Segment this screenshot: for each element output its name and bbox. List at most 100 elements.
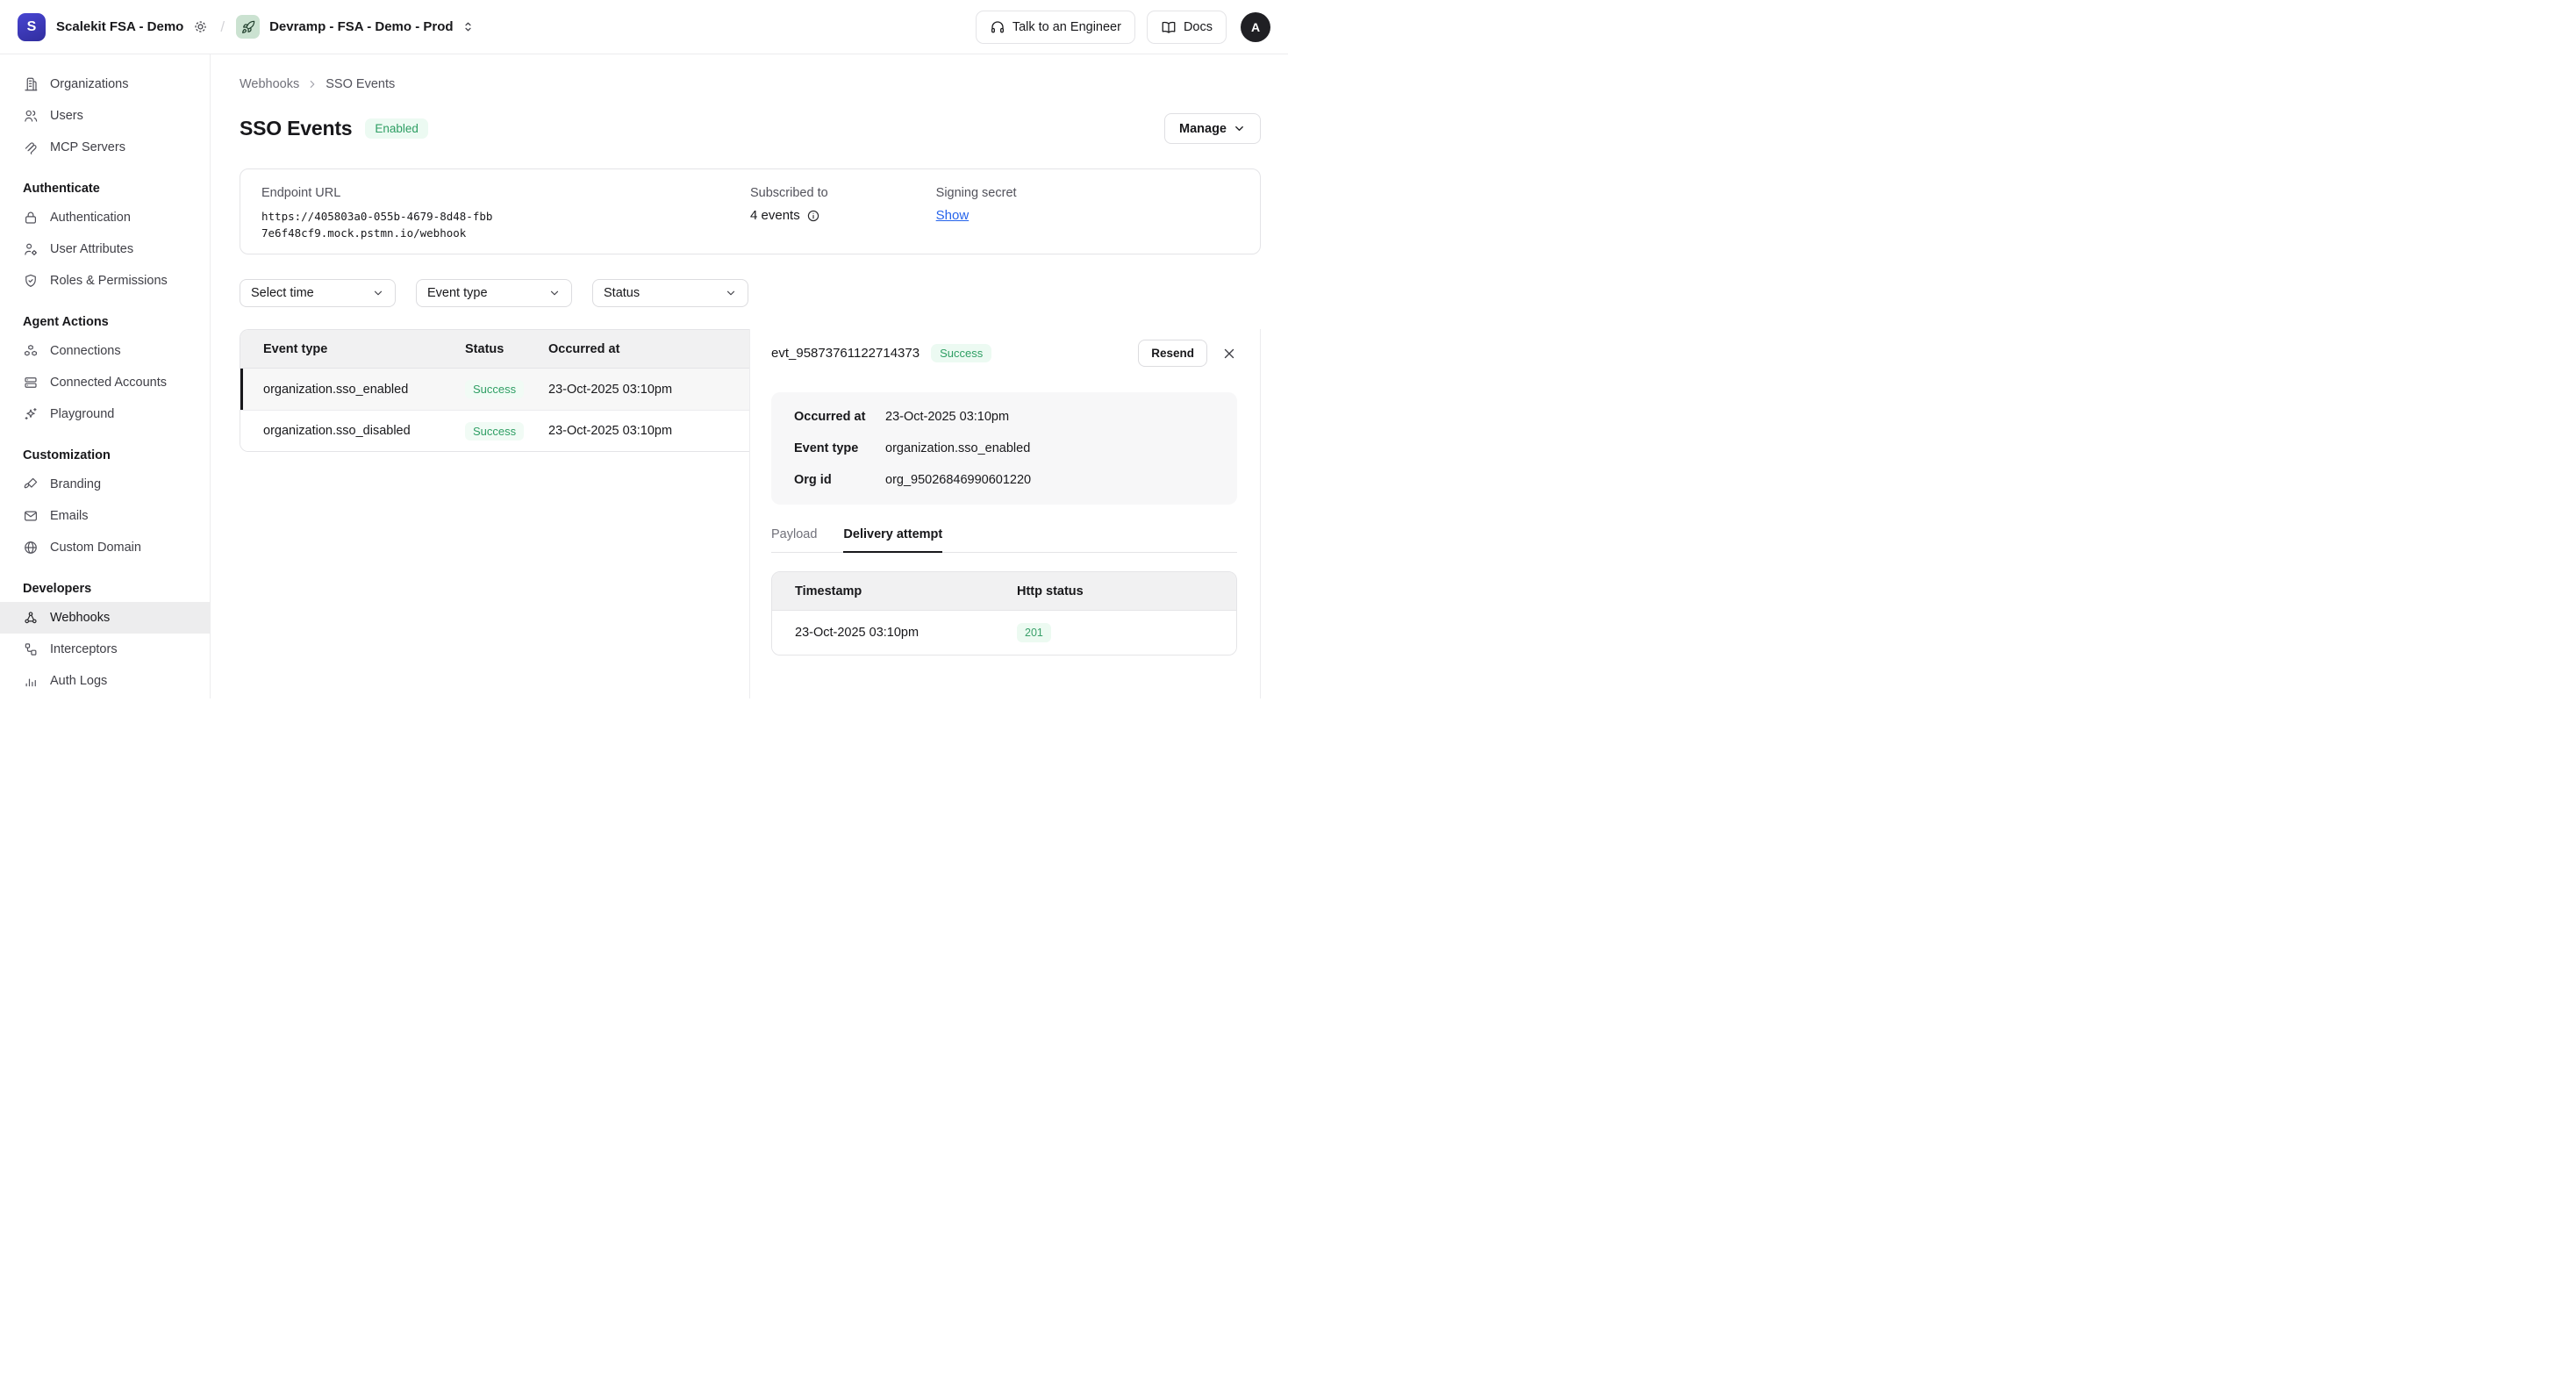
column-header-timestamp: Timestamp xyxy=(772,584,1017,598)
sidebar-item-label: Users xyxy=(50,109,83,123)
field-event-type: Event type organization.sso_enabled xyxy=(794,440,1214,457)
resend-button[interactable]: Resend xyxy=(1138,340,1207,367)
select-time-filter[interactable]: Select time xyxy=(240,279,396,307)
status-badge: Success xyxy=(465,422,524,441)
sidebar-section-developers: Developers xyxy=(0,582,210,596)
field-label: Occurred at xyxy=(794,408,885,426)
subscribed-section: Subscribed to 4 events xyxy=(750,186,936,237)
sidebar-item-label: Authentication xyxy=(50,211,131,225)
sidebar-item-users[interactable]: Users xyxy=(0,100,210,132)
event-type-label: Event type xyxy=(427,286,488,300)
sidebar-item-playground[interactable]: Playground xyxy=(0,398,210,430)
docs-book-icon xyxy=(1161,19,1177,35)
org-name[interactable]: Scalekit FSA - Demo xyxy=(56,19,183,34)
sidebar-item-label: MCP Servers xyxy=(50,140,125,154)
environment-name[interactable]: Devramp - FSA - Demo - Prod xyxy=(269,19,453,34)
event-type-cell: organization.sso_enabled xyxy=(240,383,465,397)
talk-to-engineer-label: Talk to an Engineer xyxy=(1013,20,1121,34)
events-split-view: Event type Status Occurred at organizati… xyxy=(240,329,1261,698)
close-icon[interactable] xyxy=(1221,346,1237,362)
sidebar-item-label: Connected Accounts xyxy=(50,376,167,390)
globe-icon xyxy=(23,540,39,555)
event-id: evt_95873761122714373 xyxy=(771,346,919,361)
table-row-sso-enabled[interactable]: organization.sso_enabled Success 23-Oct-… xyxy=(240,369,749,410)
org-project-separator: / xyxy=(220,18,225,36)
breadcrumb: Webhooks SSO Events xyxy=(240,77,1261,91)
organizations-icon xyxy=(23,76,39,92)
avatar[interactable]: A xyxy=(1241,12,1270,42)
docs-label: Docs xyxy=(1184,20,1213,34)
field-occurred-at: Occurred at 23-Oct-2025 03:10pm xyxy=(794,408,1214,426)
sidebar-item-connected-accounts[interactable]: Connected Accounts xyxy=(0,367,210,398)
bar-chart-icon xyxy=(23,673,39,689)
sidebar-section-customization: Customization xyxy=(0,448,210,462)
breadcrumb-webhooks[interactable]: Webhooks xyxy=(240,77,299,91)
sidebar-item-user-attributes[interactable]: User Attributes xyxy=(0,233,210,265)
occurred-at-cell: 23-Oct-2025 03:10pm xyxy=(548,383,749,397)
sidebar-item-label: User Attributes xyxy=(50,242,133,256)
column-header-occurred-at: Occurred at xyxy=(548,342,749,356)
attempt-row[interactable]: 23-Oct-2025 03:10pm 201 xyxy=(772,611,1236,655)
sidebar-item-branding[interactable]: Branding xyxy=(0,469,210,500)
endpoint-url-value: https://405803a0-055b-4679-8d48-fbb7e6f4… xyxy=(261,208,494,241)
sidebar-item-organizations[interactable]: Organizations xyxy=(0,68,210,100)
event-type-filter[interactable]: Event type xyxy=(416,279,572,307)
field-org-id: Org id org_95026846990601220 xyxy=(794,471,1214,489)
event-detail-panel: evt_95873761122714373 Success Resend Occ… xyxy=(749,329,1260,698)
org-settings-gear-icon[interactable] xyxy=(192,18,209,35)
endpoint-card: Endpoint URL https://405803a0-055b-4679-… xyxy=(240,168,1261,254)
endpoint-url-label: Endpoint URL xyxy=(261,186,750,200)
signing-secret-label: Signing secret xyxy=(936,186,1239,200)
title-row: SSO Events Enabled Manage xyxy=(240,113,1261,144)
chevron-down-icon xyxy=(372,287,384,299)
sidebar-item-label: Auth Logs xyxy=(50,674,107,688)
manage-button[interactable]: Manage xyxy=(1164,113,1261,144)
sidebar-item-interceptors[interactable]: Interceptors xyxy=(0,634,210,665)
sidebar-item-label: Custom Domain xyxy=(50,541,141,555)
tab-payload[interactable]: Payload xyxy=(771,527,817,552)
show-secret-link[interactable]: Show xyxy=(936,208,970,223)
event-type-cell: organization.sso_disabled xyxy=(240,424,465,438)
user-gear-icon xyxy=(23,241,39,257)
field-label: Event type xyxy=(794,440,885,457)
attempts-table-header: Timestamp Http status xyxy=(772,572,1236,611)
events-table: Event type Status Occurred at organizati… xyxy=(240,329,749,452)
success-badge: Success xyxy=(931,344,991,362)
sidebar-item-auth-logs[interactable]: Auth Logs xyxy=(0,665,210,697)
sidebar-section-authenticate: Authenticate xyxy=(0,182,210,196)
sidebar-item-custom-domain[interactable]: Custom Domain xyxy=(0,532,210,563)
detail-header: evt_95873761122714373 Success Resend xyxy=(771,340,1237,367)
paintbrush-icon xyxy=(23,476,39,492)
sidebar-item-label: Roles & Permissions xyxy=(50,274,168,288)
info-icon[interactable] xyxy=(806,209,820,223)
timestamp-cell: 23-Oct-2025 03:10pm xyxy=(772,626,1017,640)
table-row-sso-disabled[interactable]: organization.sso_disabled Success 23-Oct… xyxy=(240,410,749,451)
topbar: S Scalekit FSA - Demo / Devramp - FSA - … xyxy=(0,0,1288,54)
env-switcher-chevrons-icon[interactable] xyxy=(461,19,476,34)
column-header-status: Status xyxy=(465,342,548,356)
field-value: 23-Oct-2025 03:10pm xyxy=(885,408,1009,426)
breadcrumb-sso-events: SSO Events xyxy=(326,77,395,91)
status-label: Status xyxy=(604,286,640,300)
shield-check-icon xyxy=(23,273,39,289)
app-logo[interactable]: S xyxy=(18,13,46,41)
docs-button[interactable]: Docs xyxy=(1147,11,1227,44)
sidebar-item-authentication[interactable]: Authentication xyxy=(0,202,210,233)
chevron-right-icon xyxy=(306,78,318,90)
sidebar-item-emails[interactable]: Emails xyxy=(0,500,210,532)
status-filter[interactable]: Status xyxy=(592,279,748,307)
sidebar-item-mcp-servers[interactable]: MCP Servers xyxy=(0,132,210,163)
sidebar-item-roles-permissions[interactable]: Roles & Permissions xyxy=(0,265,210,297)
app-root: S Scalekit FSA - Demo / Devramp - FSA - … xyxy=(0,0,1288,698)
sidebar-item-label: Branding xyxy=(50,477,101,491)
sidebar-item-webhooks[interactable]: Webhooks xyxy=(0,602,210,634)
tab-delivery-attempt[interactable]: Delivery attempt xyxy=(843,527,942,553)
talk-to-engineer-button[interactable]: Talk to an Engineer xyxy=(976,11,1135,44)
sidebar-item-connections[interactable]: Connections xyxy=(0,335,210,367)
sidebar-item-label: Playground xyxy=(50,407,114,421)
field-label: Org id xyxy=(794,471,885,489)
users-icon xyxy=(23,108,39,124)
main-content: Webhooks SSO Events SSO Events Enabled M… xyxy=(211,54,1288,698)
sidebar-item-settings[interactable]: Settings xyxy=(0,697,210,698)
topbar-left: S Scalekit FSA - Demo / Devramp - FSA - … xyxy=(18,13,476,41)
